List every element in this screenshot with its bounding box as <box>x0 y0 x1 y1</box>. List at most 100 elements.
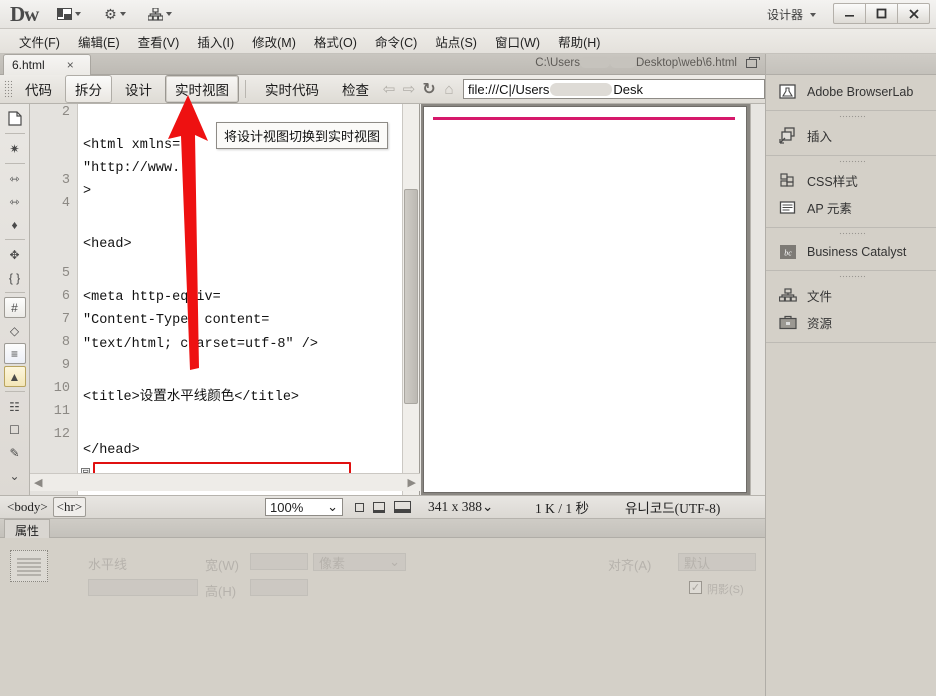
panel-grip[interactable] <box>838 232 865 236</box>
panel-item-css-styles[interactable]: CSS样式 <box>766 167 936 194</box>
move-css-rules-icon[interactable]: ✎ <box>4 442 26 463</box>
menu-item-file[interactable]: 文件(F) <box>10 30 69 53</box>
panel-item-adobe-browserlab[interactable]: Adobe BrowserLab <box>766 79 936 104</box>
panel-item-business-catalyst[interactable]: bc Business Catalyst <box>766 239 936 264</box>
code-vertical-scrollbar[interactable]: ▼ <box>402 104 419 495</box>
live-view-tooltip: 将设计视图切换到实时视图 <box>216 122 389 149</box>
wrap-tag-icon[interactable]: ☷ <box>4 396 26 417</box>
panel-item-assets[interactable]: 资源 <box>766 309 936 336</box>
toolbar-separator <box>245 80 246 98</box>
menu-item-insert[interactable]: 插入(I) <box>188 30 243 53</box>
url-input[interactable]: file:///C|/Users Desk <box>463 79 765 99</box>
encoding-label: 유니코드(UTF-8) <box>625 501 721 516</box>
menu-item-edit[interactable]: 编辑(E) <box>69 30 129 53</box>
scrollbar-thumb[interactable] <box>404 189 418 404</box>
line-number: 8 <box>61 334 70 350</box>
restore-window-icon[interactable] <box>746 57 760 68</box>
collapse-selection-icon[interactable]: ⇿ <box>4 168 26 189</box>
panel-item-files[interactable]: 文件 <box>766 282 936 309</box>
remove-comment-icon[interactable]: ▲ <box>3 366 26 387</box>
file-path-suffix: Desktop\web\6.html <box>636 57 737 69</box>
tab-properties[interactable]: 属性 <box>4 519 51 538</box>
document-tab-6html[interactable]: 6.html × <box>3 54 91 75</box>
close-button[interactable] <box>897 3 930 24</box>
back-arrow-icon[interactable]: ⇦ <box>379 79 399 99</box>
window-size-large-icon[interactable] <box>394 501 411 513</box>
window-size-small-icon[interactable] <box>355 502 364 512</box>
line-number: 9 <box>61 358 70 374</box>
menu-item-modify[interactable]: 修改(M) <box>243 30 305 53</box>
button-live-code[interactable]: 实时代码 <box>255 75 329 103</box>
menu-item-site[interactable]: 站点(S) <box>426 30 486 53</box>
balance-braces-icon[interactable]: ✥ <box>4 244 26 265</box>
design-view-pane[interactable] <box>421 104 765 495</box>
layout-switcher-button[interactable] <box>54 6 84 22</box>
close-icon[interactable]: × <box>67 58 74 72</box>
line-numbers-icon[interactable]: # <box>3 297 26 318</box>
panel-item-label: Adobe BrowserLab <box>807 84 914 99</box>
recent-snippets-icon[interactable]: ☐ <box>4 419 26 440</box>
code-line: <head> <box>83 237 132 253</box>
document-file-path: C:\Users Desktop\web\6.html <box>535 57 737 69</box>
property-align-select[interactable]: 默认 <box>678 553 756 571</box>
url-redaction <box>550 82 613 96</box>
more-tools-icon[interactable]: ⌄ <box>4 465 26 486</box>
menu-item-window[interactable]: 窗口(W) <box>486 30 549 53</box>
tab-design-view[interactable]: 设计 <box>115 75 162 103</box>
panel-grip[interactable] <box>838 115 865 119</box>
tab-split-view[interactable]: 拆分 <box>65 75 112 103</box>
tag-selector-hr[interactable]: <hr> <box>52 497 87 517</box>
workspace-switcher[interactable]: 设计器 <box>767 6 816 23</box>
panel-item-insert[interactable]: 插入 <box>766 122 936 149</box>
forward-arrow-icon[interactable]: ⇨ <box>399 79 419 99</box>
window-dimensions[interactable]: 341 x 388⌄ <box>428 499 493 515</box>
window-size-medium-icon[interactable] <box>373 501 385 513</box>
home-icon[interactable]: ⌂ <box>439 79 459 99</box>
minimize-button[interactable] <box>833 3 866 24</box>
code-horizontal-scrollbar[interactable]: ◀ ▶ <box>30 473 420 491</box>
toolbar-grip[interactable] <box>4 80 12 98</box>
menu-item-help[interactable]: 帮助(H) <box>549 30 609 53</box>
highlight-invalid-code-icon[interactable]: ◇ <box>4 320 26 341</box>
chevron-down-icon <box>120 12 127 16</box>
menu-item-format[interactable]: 格式(O) <box>305 30 366 53</box>
code-editor-pane[interactable]: 2 3 4 5 6 7 8 9 10 11 12 <html xmlns= "h… <box>30 104 420 495</box>
panel-item-ap-elements[interactable]: AP 元素 <box>766 194 936 221</box>
menu-item-view[interactable]: 查看(V) <box>129 30 189 53</box>
refresh-icon[interactable]: ↻ <box>419 79 439 99</box>
property-width-input[interactable] <box>250 553 308 570</box>
path-redaction <box>580 57 610 69</box>
collapse-full-tag-icon[interactable]: ✷ <box>4 138 26 159</box>
open-documents-icon[interactable] <box>4 108 26 129</box>
toolbar-separator <box>4 239 25 240</box>
scroll-left-icon[interactable]: ◀ <box>34 476 42 489</box>
property-shading-checkbox[interactable]: ✓ <box>689 581 702 594</box>
menu-item-commands[interactable]: 命令(C) <box>366 30 426 53</box>
window-dimensions-value: 341 x 388 <box>428 499 482 514</box>
expand-all-icon[interactable]: ⇿ <box>4 191 26 212</box>
maximize-button[interactable] <box>865 3 898 24</box>
site-map-icon <box>147 6 164 21</box>
zoom-level-select[interactable]: 100% ⌄ <box>265 498 343 516</box>
panel-grip[interactable] <box>838 160 865 164</box>
tab-code-view[interactable]: 代码 <box>15 75 62 103</box>
tag-selector-body[interactable]: <body> <box>4 498 51 516</box>
panel-grip[interactable] <box>838 275 865 279</box>
site-management-button[interactable] <box>145 6 175 23</box>
apply-comment-icon[interactable]: ≡ <box>3 343 26 364</box>
select-parent-tag-icon[interactable]: ♦ <box>4 214 26 235</box>
property-unit-select[interactable]: 像素 ⌄ <box>313 553 406 571</box>
chevron-down-icon: ⌄ <box>482 499 494 514</box>
view-toolbar: 代码 拆分 设计 实时视图 实时代码 检查 ⇦ ⇨ ↻ ⌂ file:///C|… <box>0 75 765 104</box>
property-height-label: 高(H) <box>205 584 237 599</box>
design-vertical-scrollbar[interactable] <box>750 104 765 495</box>
button-inspect[interactable]: 检查 <box>332 75 379 103</box>
format-source-code-icon[interactable]: { } <box>4 267 26 288</box>
scroll-right-icon[interactable]: ▶ <box>408 476 416 489</box>
button-live-view[interactable]: 实时视图 <box>165 75 239 103</box>
extend-dreamweaver-button[interactable]: ⚙ <box>100 5 129 23</box>
property-name-input[interactable] <box>88 579 198 596</box>
code-text[interactable]: <html xmlns= "http://www. > <head> <meta… <box>79 104 385 495</box>
property-height-input[interactable] <box>250 579 308 596</box>
rendered-document[interactable] <box>423 106 747 493</box>
